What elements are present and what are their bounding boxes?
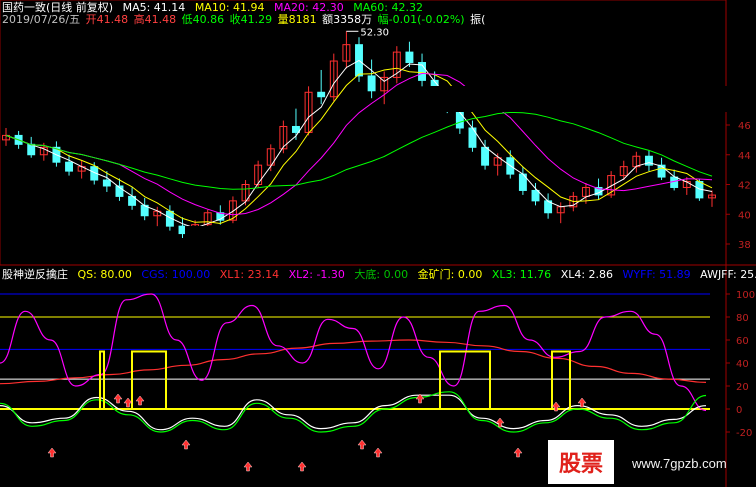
quote-open: 开41.48 xyxy=(85,13,129,26)
top-tick-label: 38 xyxy=(738,240,751,251)
xl2-line xyxy=(0,293,707,412)
bottom-tick-label: 0 xyxy=(736,405,742,416)
quote-close: 收41.29 xyxy=(229,13,273,26)
signal-arrow-icon xyxy=(373,447,383,458)
signal-arrow-icon xyxy=(357,439,367,450)
ma-line-0 xyxy=(5,59,713,229)
indicator-info: 股神逆反擒庄 QS: 80.00 CGS: 100.00 XL1: 23.14 … xyxy=(2,268,756,281)
xl2-label: XL2: -1.30 xyxy=(288,268,345,281)
signal-arrow-icon xyxy=(123,397,133,408)
bottom-tick-label: 40 xyxy=(736,359,749,370)
top-tick-label: 46 xyxy=(738,121,751,132)
mask-block-2 xyxy=(428,86,728,112)
cgs-label: CGS: 100.00 xyxy=(141,268,211,281)
xl1-label: XL1: 23.14 xyxy=(219,268,280,281)
xl3-label: XL3: 11.76 xyxy=(491,268,552,281)
xl4-label: XL4: 2.86 xyxy=(560,268,614,281)
signal-arrow-icon xyxy=(513,447,523,458)
candle-body xyxy=(481,146,490,166)
top-tick-label: 40 xyxy=(738,210,751,221)
candle-body xyxy=(317,91,326,98)
candle-body xyxy=(102,179,111,187)
quote-date: 2019/07/26/五 xyxy=(2,13,81,26)
quote-amount: 额3358万 xyxy=(322,13,373,26)
candle-body xyxy=(367,75,376,92)
xl1-line xyxy=(0,339,707,385)
ma-line-3 xyxy=(5,111,713,190)
quote-change: 幅-0.01(-0.02%) xyxy=(377,13,465,26)
signal-arrow-icon xyxy=(135,395,145,406)
quote-high: 高41.48 xyxy=(133,13,177,26)
wyff-label: WYFF: 51.89 xyxy=(622,268,691,281)
top-info-line2: 2019/07/26/五 开41.48 高41.48 低40.86 收41.29… xyxy=(2,13,487,26)
quote-amplitude: 振( xyxy=(470,13,486,26)
bottom-tick-label: 60 xyxy=(736,336,749,347)
quote-volume: 量8181 xyxy=(277,13,317,26)
bottom-tick-label: -20 xyxy=(736,428,752,439)
bottom-tick-label: 80 xyxy=(736,313,749,324)
top-panel-frame xyxy=(0,0,727,266)
dadi-label: 大底: 0.00 xyxy=(354,268,409,281)
high-marker-label: 52.30 xyxy=(360,27,389,38)
mask-block xyxy=(185,226,570,262)
quote-low: 低40.86 xyxy=(181,13,225,26)
signal-arrow-icon xyxy=(47,447,57,458)
signal-arrow-icon xyxy=(113,393,123,404)
candle-body xyxy=(531,189,540,202)
stock-chart: 4644424038100806040200-2052.3037.3 xyxy=(0,0,756,487)
top-tick-label: 42 xyxy=(738,181,751,192)
bottom-tick-label: 100 xyxy=(736,290,755,301)
watermark-logo-text: 股票 xyxy=(558,451,603,477)
indicator-title: 股神逆反擒庄 xyxy=(2,268,68,281)
qs-label: QS: 80.00 xyxy=(77,268,132,281)
candle-body xyxy=(178,225,187,235)
signal-arrow-icon xyxy=(243,461,253,472)
jinkuangmen-label: 金矿门: 0.00 xyxy=(417,268,483,281)
candle-body xyxy=(657,164,666,178)
awjff-label: AWJFF: 25.98 xyxy=(700,268,756,281)
candle-body xyxy=(65,161,74,172)
xl3-line xyxy=(0,391,707,433)
candle-body xyxy=(405,51,414,64)
signal-arrow-icon xyxy=(181,439,191,450)
top-tick-label: 44 xyxy=(738,151,751,162)
signal-arrow-icon xyxy=(297,461,307,472)
watermark-logo: 股票 xyxy=(548,440,614,484)
bottom-tick-label: 20 xyxy=(736,382,749,393)
watermark-url: www.7gpzb.com xyxy=(632,456,727,471)
xl4-line xyxy=(0,394,707,431)
